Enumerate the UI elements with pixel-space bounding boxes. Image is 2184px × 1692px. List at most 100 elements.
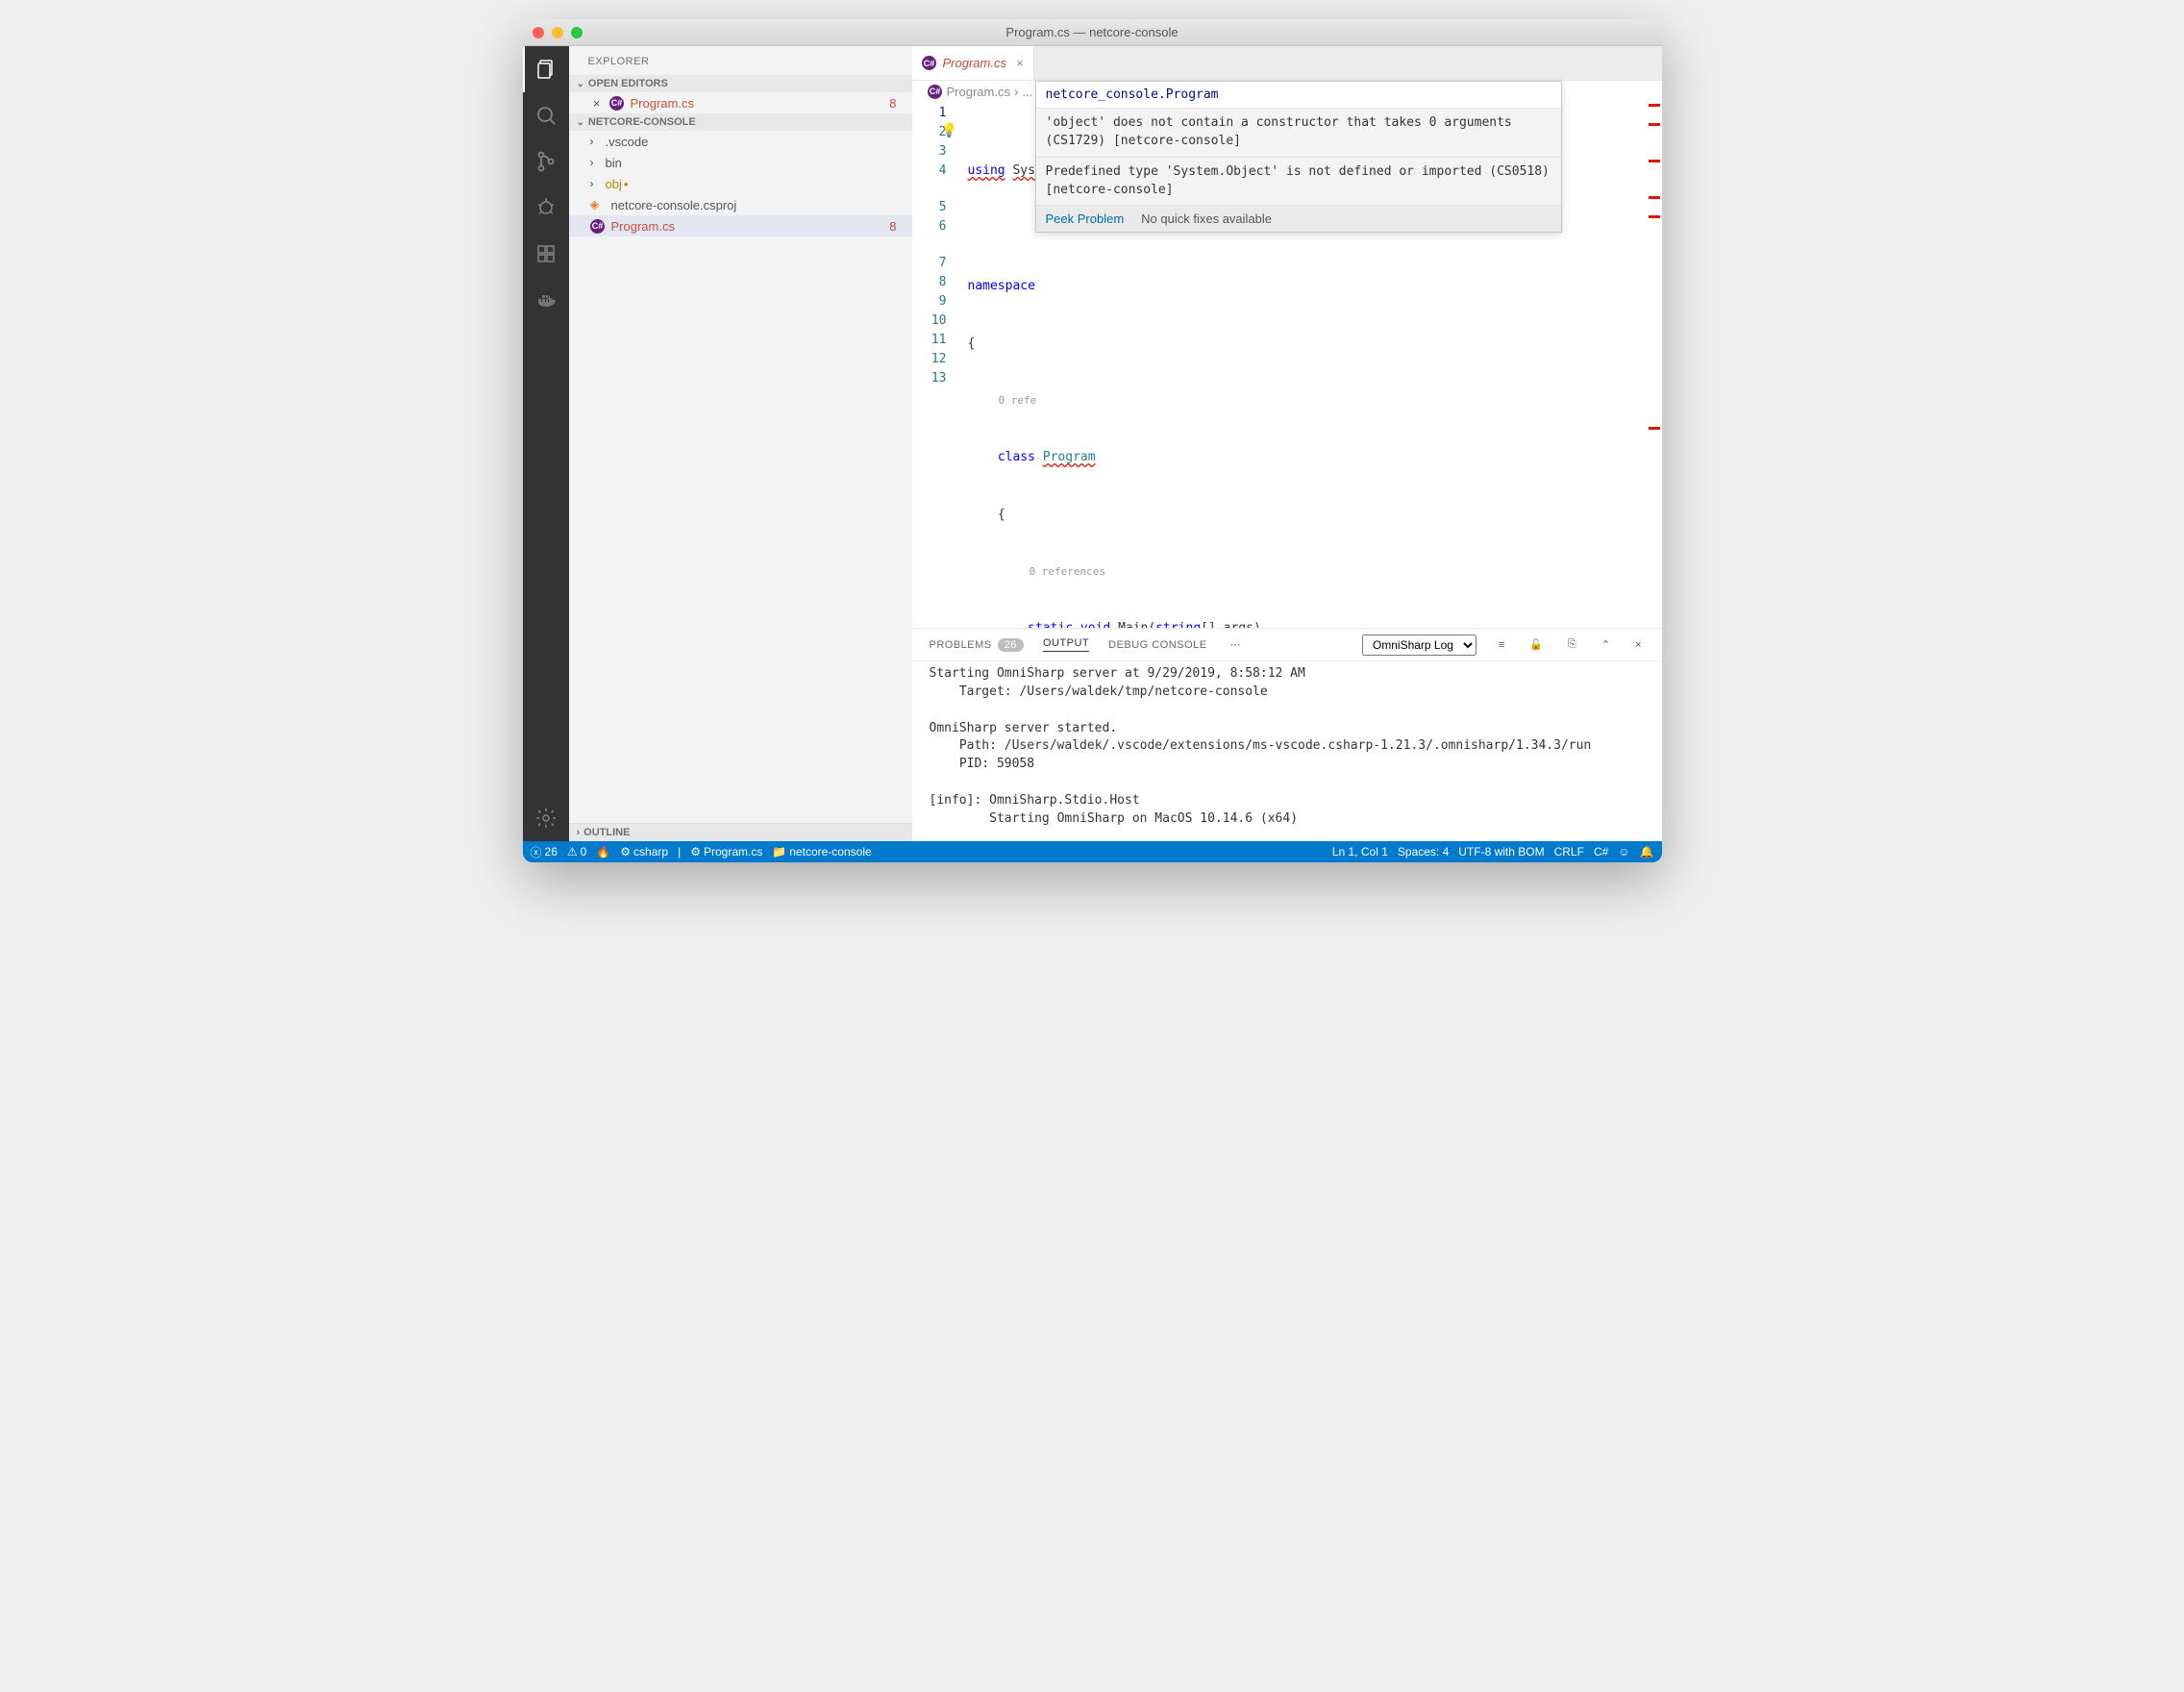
project-header[interactable]: ⌄ NETCORE-CONSOLE <box>569 113 912 131</box>
debug-icon[interactable] <box>523 185 569 231</box>
csharp-file-icon: C# <box>609 95 625 111</box>
tab-output[interactable]: OUTPUT <box>1043 637 1089 652</box>
file-csproj[interactable]: ◈ netcore-console.csproj <box>569 194 912 215</box>
hover-error-1: 'object' does not contain a constructor … <box>1036 109 1561 158</box>
explorer-sidebar: EXPLORER ⌄ OPEN EDITORS × C# Program.cs … <box>569 46 912 841</box>
xml-file-icon: ◈ <box>590 197 606 212</box>
flame-icon: 🔥 <box>596 845 610 858</box>
clear-icon[interactable]: ⎘ <box>1565 638 1579 651</box>
error-icon: ⓧ <box>531 844 542 860</box>
status-spaces[interactable]: Spaces: 4 <box>1398 845 1449 858</box>
folder-name: .vscode <box>606 135 649 149</box>
peek-problem-link[interactable]: Peek Problem <box>1046 212 1125 226</box>
word-wrap-icon[interactable]: ≡ <box>1496 639 1507 651</box>
more-icon[interactable]: ⋯ <box>1230 638 1241 651</box>
panel-tabs: PROBLEMS 26 OUTPUT DEBUG CONSOLE ⋯ OmniS… <box>912 629 1662 661</box>
status-bar: ⓧ26 ⚠0 🔥 ⚙csharp | ⚙Program.cs 📁netcore-… <box>523 841 1662 862</box>
minimap[interactable] <box>1647 102 1662 628</box>
csharp-file-icon: C# <box>922 56 937 71</box>
chevron-down-icon: ⌄ <box>577 79 584 89</box>
chevron-right-icon: › <box>590 156 604 169</box>
output-content[interactable]: Starting OmniSharp server at 9/29/2019, … <box>912 661 1662 841</box>
tab-label: Program.cs <box>943 56 1006 70</box>
status-encoding[interactable]: UTF-8 with BOM <box>1458 845 1544 858</box>
problems-count-badge: 26 <box>998 638 1024 652</box>
window-title: Program.cs — netcore-console <box>523 25 1662 39</box>
status-eol[interactable]: CRLF <box>1554 845 1584 858</box>
modified-dot-icon: • <box>624 177 629 191</box>
folder-vscode[interactable]: › .vscode <box>569 131 912 152</box>
titlebar: Program.cs — netcore-console <box>523 19 1662 46</box>
maximize-window-button[interactable] <box>571 27 583 38</box>
sidebar-title: EXPLORER <box>569 46 912 75</box>
chevron-right-icon: › <box>577 827 581 838</box>
status-file[interactable]: ⚙Program.cs <box>690 845 762 858</box>
folder-obj[interactable]: › obj • <box>569 173 912 194</box>
status-csharp[interactable]: ⚙csharp <box>620 845 668 858</box>
lock-icon[interactable]: 🔓 <box>1526 638 1546 651</box>
status-warnings[interactable]: ⚠0 <box>567 845 586 858</box>
file-program-cs[interactable]: C# Program.cs 8 <box>569 215 912 236</box>
editor-area: C# Program.cs × C# Program.cs › ... 1 2 … <box>912 46 1662 841</box>
csharp-icon: ⚙ <box>620 845 631 858</box>
codelens[interactable]: 0 references <box>1030 562 1105 582</box>
hover-title: netcore_console.Program <box>1036 82 1561 109</box>
open-editors-label: OPEN EDITORS <box>588 78 668 89</box>
no-quick-fix-label: No quick fixes available <box>1141 212 1272 226</box>
explorer-icon[interactable] <box>523 46 569 92</box>
status-errors[interactable]: ⓧ26 <box>531 844 558 860</box>
settings-icon[interactable] <box>523 795 569 841</box>
status-language[interactable]: C# <box>1594 845 1608 858</box>
docker-icon[interactable] <box>523 277 569 323</box>
folder-name: obj <box>606 177 622 191</box>
editor-tabs: C# Program.cs × <box>912 46 1662 81</box>
open-editor-item[interactable]: × C# Program.cs 8 <box>569 92 912 113</box>
extensions-icon[interactable] <box>523 231 569 277</box>
csharp-icon: ⚙ <box>690 845 701 858</box>
error-badge: 8 <box>889 219 904 234</box>
file-name: netcore-console.csproj <box>611 198 737 212</box>
chevron-right-icon: › <box>1014 85 1018 99</box>
line-numbers: 1 2 3 4 5 6 7 8 9 10 11 12 13 <box>912 102 960 628</box>
tab-program-cs[interactable]: C# Program.cs × <box>912 46 1034 80</box>
folder-bin[interactable]: › bin <box>569 152 912 173</box>
outline-header[interactable]: › OUTLINE <box>569 823 912 841</box>
status-flame[interactable]: 🔥 <box>596 845 610 858</box>
status-folder[interactable]: 📁netcore-console <box>772 845 871 858</box>
open-editor-filename: Program.cs <box>631 96 694 111</box>
tab-debug-console[interactable]: DEBUG CONSOLE <box>1108 639 1206 651</box>
close-icon[interactable]: × <box>1632 639 1644 651</box>
folder-name: bin <box>606 156 622 170</box>
minimize-window-button[interactable] <box>552 27 563 38</box>
csharp-file-icon: C# <box>590 218 606 234</box>
chevron-up-icon[interactable]: ⌃ <box>1599 638 1613 651</box>
chevron-right-icon: › <box>590 135 604 148</box>
chevron-right-icon: › <box>590 177 604 190</box>
activity-bar <box>523 46 569 841</box>
outline-label: OUTLINE <box>583 827 630 838</box>
status-separator: | <box>678 845 681 858</box>
project-label: NETCORE-CONSOLE <box>588 116 696 128</box>
output-channel-select[interactable]: OmniSharp Log <box>1362 634 1477 656</box>
status-cursor[interactable]: Ln 1, Col 1 <box>1332 845 1388 858</box>
close-icon[interactable]: × <box>1016 56 1024 70</box>
breadcrumb-file: Program.cs <box>947 85 1010 99</box>
bottom-panel: PROBLEMS 26 OUTPUT DEBUG CONSOLE ⋯ OmniS… <box>912 628 1662 841</box>
vscode-window: Program.cs — netcore-console <box>523 19 1662 862</box>
folder-icon: 📁 <box>772 845 786 858</box>
search-icon[interactable] <box>523 92 569 138</box>
breadcrumb-more: ... <box>1022 85 1032 99</box>
lightbulb-icon[interactable]: 💡 <box>941 121 957 140</box>
open-editors-header[interactable]: ⌄ OPEN EDITORS <box>569 75 912 92</box>
file-name: Program.cs <box>611 219 675 234</box>
source-control-icon[interactable] <box>523 138 569 185</box>
close-icon[interactable]: × <box>590 96 604 111</box>
hover-tooltip: netcore_console.Program 'object' does no… <box>1035 81 1562 233</box>
chevron-down-icon: ⌄ <box>577 117 584 128</box>
hover-error-2: Predefined type 'System.Object' is not d… <box>1036 158 1561 207</box>
status-bell-icon[interactable]: 🔔 <box>1640 845 1654 858</box>
close-window-button[interactable] <box>533 27 544 38</box>
codelens[interactable]: 0 refe <box>999 391 1037 411</box>
tab-problems[interactable]: PROBLEMS 26 <box>930 638 1024 652</box>
status-feedback-icon[interactable]: ☺ <box>1618 845 1629 858</box>
